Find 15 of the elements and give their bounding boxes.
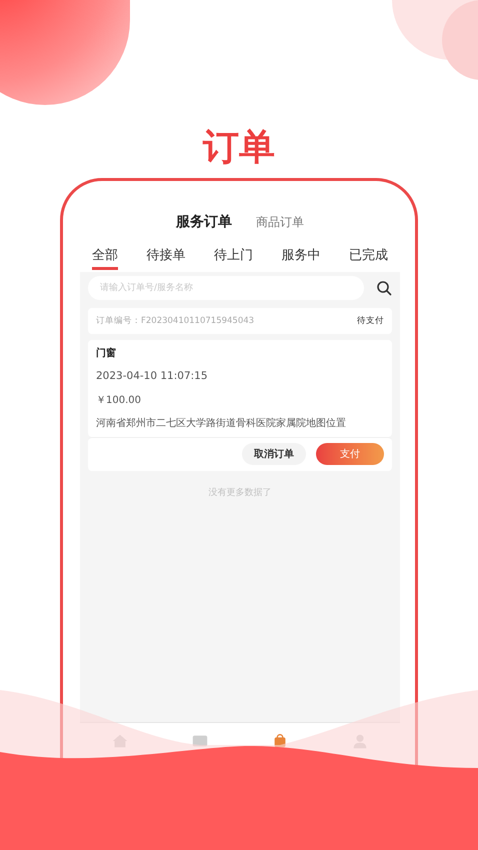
order-time: 2023-04-10 11:07:15: [96, 369, 209, 384]
order-type-tab[interactable]: 服务订单: [176, 212, 232, 232]
order-number: 订单编号：F20230410110715945043: [96, 314, 254, 328]
service-name: 门窗: [96, 346, 117, 361]
status-tab[interactable]: 待上门: [214, 244, 253, 270]
status-tab[interactable]: 已完成: [349, 244, 388, 270]
status-tab[interactable]: 待接单: [146, 244, 186, 270]
status-tab[interactable]: 服务中: [282, 244, 320, 270]
order-price: ￥100.00: [96, 394, 142, 408]
order-type-tab[interactable]: 商品订单: [256, 213, 304, 231]
order-address: 河南省郑州市二七区大学路街道骨科医院家属院地图位置: [96, 416, 347, 431]
cancel-order-button[interactable]: 取消订单: [242, 443, 306, 466]
search-icon[interactable]: [376, 280, 392, 296]
page-heading: 订单: [203, 126, 275, 170]
order-status: 待支付: [357, 314, 384, 328]
